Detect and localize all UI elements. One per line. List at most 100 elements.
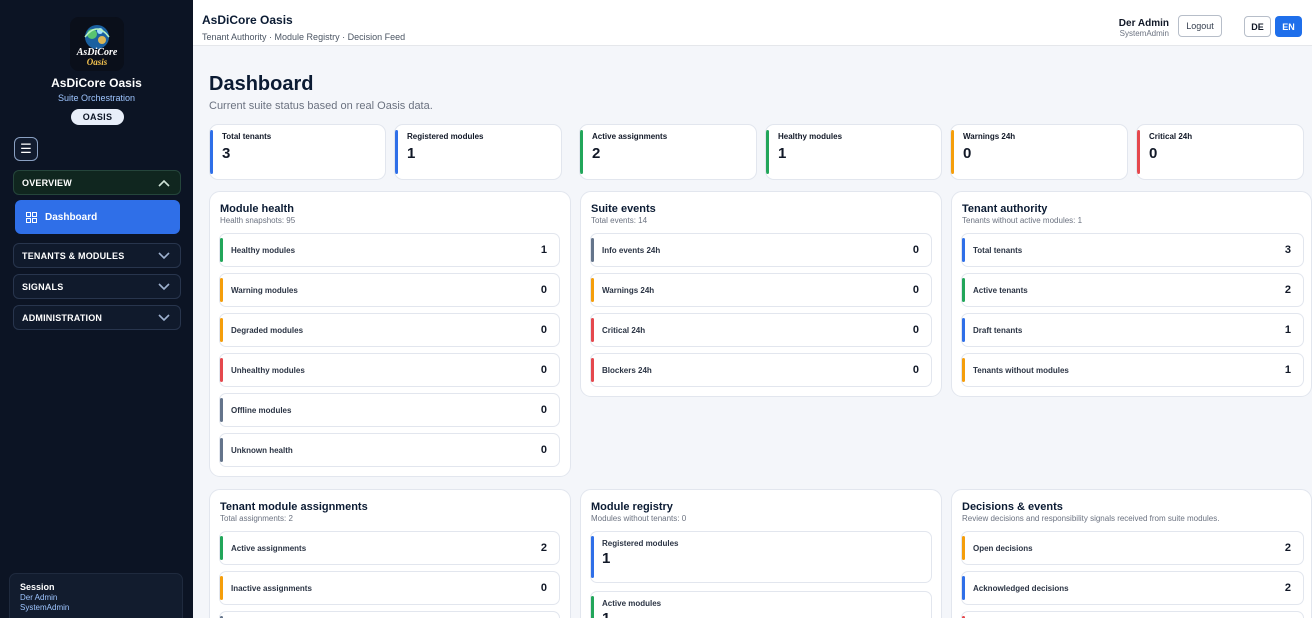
list-item: Warnings 24h 0 <box>590 273 932 307</box>
nav-group-label: SIGNALS <box>22 281 64 292</box>
row-value: 3 <box>1284 244 1291 256</box>
list-item: Blockers 24h 0 <box>590 353 932 387</box>
user-name: Der Admin <box>1118 18 1169 29</box>
sidebar-item-label: Dashboard <box>45 211 98 223</box>
row-label: Total tenants <box>973 246 1023 255</box>
chevron-down-icon <box>158 282 170 290</box>
list-item: Active modules 1 <box>590 591 932 618</box>
list-item: Inactive assignments 0 <box>219 571 560 605</box>
card-title: Decisions & events <box>962 501 1063 513</box>
nav-group-signals[interactable]: SIGNALS <box>13 274 181 299</box>
session-title: Session <box>20 582 55 592</box>
list-item <box>219 611 560 618</box>
row-value: 0 <box>540 582 547 594</box>
nav-group-label: ADMINISTRATION <box>22 312 103 323</box>
row-label: Offline modules <box>231 406 292 415</box>
card-title: Suite events <box>591 203 656 215</box>
nav-group-administration[interactable]: ADMINISTRATION <box>13 305 181 330</box>
row-value: 0 <box>912 324 919 336</box>
chevron-down-icon <box>158 251 170 259</box>
kpi-label: Critical 24h <box>1149 132 1193 141</box>
topbar: AsDiCore Oasis Tenant Authority · Module… <box>193 0 1312 46</box>
card-subtitle: Tenants without active modules: 1 <box>962 216 1083 225</box>
list-item: Draft tenants 1 <box>961 313 1304 347</box>
page-subtitle: Current suite status based on real Oasis… <box>209 100 433 112</box>
language-en-button[interactable]: EN <box>1275 16 1302 37</box>
row-label: Warnings 24h <box>602 286 655 295</box>
module-registry-card: Module registry Modules without tenants:… <box>580 489 942 618</box>
card-subtitle: Total assignments: 2 <box>220 514 293 523</box>
tenant-authority-card: Tenant authority Tenants without active … <box>951 191 1312 397</box>
kpi-value: 1 <box>778 145 787 162</box>
list-item: Acknowledged decisions 2 <box>961 571 1304 605</box>
list-item: Degraded modules 0 <box>219 313 560 347</box>
row-label: Active assignments <box>231 544 307 553</box>
app-title: AsDiCore Oasis <box>202 13 293 27</box>
brand-title: AsDiCore Oasis <box>51 76 142 90</box>
user-role: SystemAdmin <box>1119 29 1169 38</box>
nav-group-tenants-modules[interactable]: TENANTS & MODULES <box>13 243 181 268</box>
card-subtitle: Total events: 14 <box>591 216 648 225</box>
row-value: 0 <box>912 284 919 296</box>
row-value: 2 <box>540 542 547 554</box>
row-label: Info events 24h <box>602 246 661 255</box>
list-item: Unknown health 0 <box>219 433 560 467</box>
row-value: 1 <box>1284 364 1291 376</box>
card-title: Tenant module assignments <box>220 501 368 513</box>
card-subtitle: Health snapshots: 95 <box>220 216 296 225</box>
sidebar-item-dashboard[interactable]: Dashboard <box>15 200 180 234</box>
kpi-label: Warnings 24h <box>963 132 1016 141</box>
kpi-value: 1 <box>407 145 416 162</box>
row-value: 2 <box>1284 582 1291 594</box>
kpi-registered-modules: Registered modules 1 <box>394 124 562 180</box>
row-value: 0 <box>540 324 547 336</box>
list-item: Warning modules 0 <box>219 273 560 307</box>
row-value: 0 <box>540 444 547 456</box>
row-label: Tenants without modules <box>973 366 1069 375</box>
row-label: Unknown health <box>231 446 293 455</box>
chevron-down-icon <box>158 313 170 321</box>
tenant-module-assignments-card: Tenant module assignments Total assignme… <box>209 489 571 618</box>
kpi-value: 0 <box>1149 145 1158 162</box>
card-subtitle: Modules without tenants: 0 <box>591 514 687 523</box>
row-label: Warning modules <box>231 286 298 295</box>
svg-text:Oasis: Oasis <box>87 57 108 67</box>
page-title: Dashboard <box>209 73 314 95</box>
row-value: 0 <box>912 364 919 376</box>
row-value: 0 <box>540 404 547 416</box>
list-item: Registered modules 1 <box>590 531 932 583</box>
sidebar: AsDiCore Oasis AsDiCore Oasis Suite Orch… <box>0 0 193 618</box>
list-item: Healthy modules 1 <box>219 233 560 267</box>
kpi-label: Active assignments <box>592 132 668 141</box>
list-item <box>961 611 1304 618</box>
logo-emblem-icon: AsDiCore Oasis <box>70 17 124 71</box>
kpi-value: 3 <box>222 145 231 162</box>
row-label: Active modules <box>602 599 662 608</box>
brand-subtitle: Suite Orchestration <box>57 93 136 103</box>
row-label: Critical 24h <box>602 326 646 335</box>
list-item: Active assignments 2 <box>219 531 560 565</box>
brand-badge: OASIS <box>71 109 124 125</box>
kpi-label: Total tenants <box>222 132 272 141</box>
list-item: Active tenants 2 <box>961 273 1304 307</box>
row-label: Acknowledged decisions <box>973 584 1069 593</box>
language-de-button[interactable]: DE <box>1244 16 1271 37</box>
menu-toggle-button[interactable]: ☰ <box>14 137 38 161</box>
row-label: Registered modules <box>602 539 679 548</box>
row-value: 0 <box>540 284 547 296</box>
kpi-warnings-24h: Warnings 24h 0 <box>950 124 1128 180</box>
hamburger-icon: ☰ <box>20 141 32 156</box>
row-label: Degraded modules <box>231 326 304 335</box>
chevron-up-icon <box>158 179 170 187</box>
row-value: 1 <box>1284 324 1291 336</box>
row-value: 1 <box>602 610 610 618</box>
row-value: 0 <box>540 364 547 376</box>
list-item: Open decisions 2 <box>961 531 1304 565</box>
nav-group-overview[interactable]: OVERVIEW <box>13 170 181 195</box>
kpi-label: Healthy modules <box>778 132 843 141</box>
row-value: 1 <box>540 244 547 256</box>
kpi-value: 0 <box>963 145 972 162</box>
kpi-label: Registered modules <box>407 132 484 141</box>
logout-button[interactable]: Logout <box>1178 15 1222 37</box>
card-title: Module registry <box>591 501 673 513</box>
